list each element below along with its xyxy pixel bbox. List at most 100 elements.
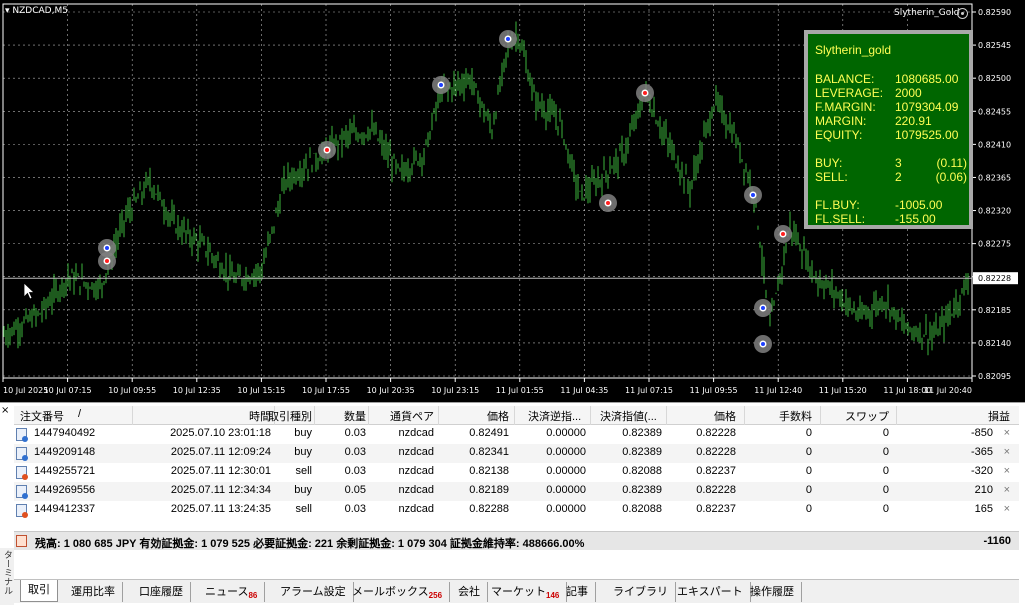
order-commission: 0 <box>805 484 812 496</box>
time-axis-label: 11 Jul 12:40 <box>754 386 802 395</box>
table-row[interactable]: 1449209148 2025.07.11 12:09:24 buy 0.03 nzdc… <box>14 444 1019 463</box>
header-price[interactable]: 価格 <box>487 408 509 424</box>
floating-sell-value: -155.00 <box>895 212 936 226</box>
buy-row: BUY: 3 (0.11) <box>815 156 967 170</box>
order-current-price: 0.82228 <box>696 446 736 458</box>
price-axis-label: 0.82455 <box>978 107 1011 116</box>
balance-icon <box>16 535 27 547</box>
price-axis-label: 0.82365 <box>978 173 1011 182</box>
price-axis-label: 0.82140 <box>978 339 1011 348</box>
terminal-close-button[interactable]: × <box>1 405 9 416</box>
header-type[interactable]: 取引種別 <box>268 408 312 424</box>
margin-value: 220.91 <box>895 114 932 128</box>
floating-buy-label: FL.BUY: <box>815 198 860 212</box>
order-time: 2025.07.11 12:34:34 <box>170 484 271 496</box>
tab-badge: 146 <box>546 591 560 601</box>
price-axis-label: 0.82590 <box>978 8 1011 17</box>
header-commission[interactable]: 手数料 <box>779 408 812 424</box>
order-symbol: nzdcad <box>398 484 434 496</box>
buy-pl: (0.11) <box>936 156 967 170</box>
header-symbol[interactable]: 通貨ペア <box>390 408 434 424</box>
tab-11[interactable]: 操作履歴 <box>743 582 802 602</box>
order-current-price: 0.82237 <box>696 503 736 515</box>
time-axis-label: 10 Jul 2025 <box>3 386 48 395</box>
close-order-button[interactable]: × <box>1004 465 1010 477</box>
time-axis-label: 11 Jul 09:55 <box>690 386 738 395</box>
table-row[interactable]: 1449255721 2025.07.11 12:30:01 sell 0.03 nzd… <box>14 463 1019 482</box>
close-order-button[interactable]: × <box>1004 446 1010 458</box>
tab-label: メールボックス <box>352 586 429 598</box>
equity-label: EQUITY: <box>815 128 863 142</box>
header-size[interactable]: 数量 <box>344 408 366 424</box>
equity-value: 1079525.00 <box>895 128 959 142</box>
free-margin-value: 1079304.09 <box>895 100 959 114</box>
account-summary-text: 残高: 1 080 685 JPY 有効証拠金: 1 079 525 必要証拠金… <box>35 538 585 550</box>
floating-sell-row: FL.SELL: -155.00 <box>815 212 967 226</box>
order-swap: 0 <box>882 465 889 477</box>
order-profit: 165 <box>974 503 993 515</box>
order-commission: 0 <box>805 465 812 477</box>
order-take-profit: 0.82088 <box>622 465 662 477</box>
tab-2[interactable]: 口座履歴 <box>132 582 191 602</box>
buy-count: 3 <box>895 156 902 170</box>
header-take-profit[interactable]: 決済指値(... <box>600 408 657 424</box>
tab-label: 運用比率 <box>71 586 115 598</box>
expert-advisor-name[interactable]: Slytherin_Gold <box>894 8 959 18</box>
tab-0[interactable]: 取引 <box>20 580 58 602</box>
tab-7[interactable]: マーケット146 <box>484 582 568 602</box>
margin-label: MARGIN: <box>815 114 867 128</box>
leverage-row: LEVERAGE: 2000 <box>815 86 967 100</box>
terminal-side-tab[interactable]: ターミナル <box>0 548 14 605</box>
sell-order-icon <box>16 466 28 480</box>
floating-buy-row: FL.BUY: -1005.00 <box>815 198 967 212</box>
mouse-cursor-icon <box>23 282 36 300</box>
tab-8[interactable]: 記事 <box>559 582 596 602</box>
sell-count: 2 <box>895 170 902 184</box>
expert-smile-icon[interactable] <box>957 8 968 19</box>
close-order-button[interactable]: × <box>1004 503 1010 515</box>
header-profit[interactable]: 損益 <box>988 408 1010 424</box>
header-order[interactable]: 注文番号 <box>20 408 64 424</box>
tab-3[interactable]: ニュース86 <box>198 582 266 602</box>
tab-1[interactable]: 運用比率 <box>64 582 123 602</box>
tab-5[interactable]: メールボックス256 <box>345 582 451 602</box>
tab-10[interactable]: エキスパート <box>670 582 751 602</box>
order-symbol: nzdcad <box>398 446 434 458</box>
sell-row: SELL: 2 (0.06) <box>815 170 967 184</box>
tab-label: ニュース <box>205 586 249 598</box>
time-axis-label: 10 Jul 12:35 <box>173 386 221 395</box>
table-row[interactable]: 1449412337 2025.07.11 13:24:35 sell 0.03 nzd… <box>14 501 1019 520</box>
tab-6[interactable]: 会社 <box>451 582 488 602</box>
close-order-button[interactable]: × <box>1004 484 1010 496</box>
order-take-profit: 0.82389 <box>622 484 662 496</box>
header-swap[interactable]: スワップ <box>845 408 889 424</box>
header-current-price[interactable]: 価格 <box>714 408 736 424</box>
buy-marker <box>439 83 443 87</box>
tab-badge: 256 <box>428 591 443 601</box>
order-stop-loss: 0.00000 <box>546 484 586 496</box>
order-current-price: 0.82237 <box>696 465 736 477</box>
tab-4[interactable]: アラーム設定 <box>273 582 354 602</box>
order-id: 1447940492 <box>34 427 96 439</box>
order-time: 2025.07.11 12:09:24 <box>170 446 271 458</box>
time-axis-label: 11 Jul 15:20 <box>819 386 867 395</box>
price-chart[interactable]: 0.82590 0.82545 0.82500 0.82455 0.82410 0.823… <box>0 0 1025 402</box>
header-stop-loss[interactable]: 決済逆指... <box>528 408 581 424</box>
balance-label: BALANCE: <box>815 72 875 86</box>
close-order-button[interactable]: × <box>1004 427 1010 439</box>
tab-9[interactable]: ライブラリ <box>606 582 676 602</box>
tab-label: 口座履歴 <box>139 586 183 598</box>
order-stop-loss: 0.00000 <box>546 465 586 477</box>
table-row[interactable]: 1449269556 2025.07.11 12:34:34 buy 0.05 nzdc… <box>14 482 1019 501</box>
buy-order-icon <box>16 447 28 461</box>
table-row[interactable]: 1447940492 2025.07.10 23:01:18 buy 0.03 nzdc… <box>14 425 1019 444</box>
order-profit: -320 <box>970 465 993 477</box>
balance-value: 1080685.00 <box>895 72 959 86</box>
order-symbol: nzdcad <box>398 503 434 515</box>
buy-marker <box>105 246 109 250</box>
order-stop-loss: 0.00000 <box>546 503 586 515</box>
free-margin-row: F.MARGIN: 1079304.09 <box>815 100 967 114</box>
equity-row: EQUITY: 1079525.00 <box>815 128 967 142</box>
order-swap: 0 <box>882 503 889 515</box>
order-size: 0.03 <box>344 465 366 477</box>
